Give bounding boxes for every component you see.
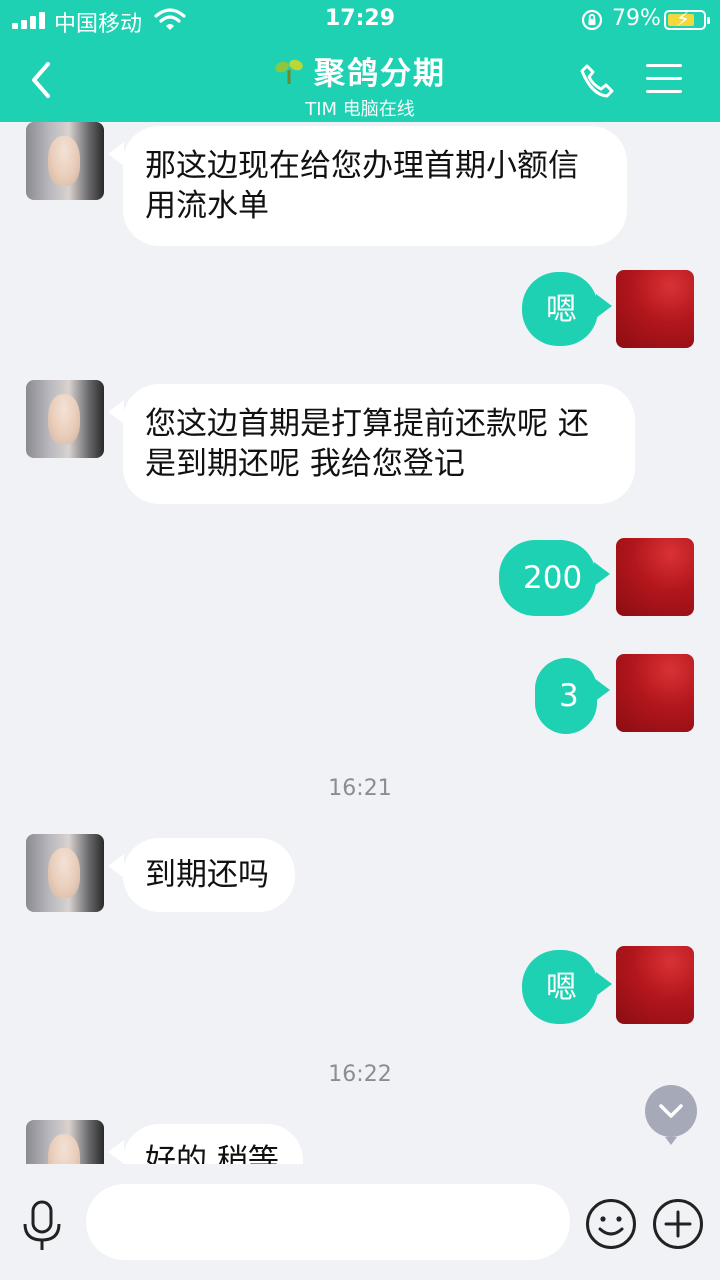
bubble-tail [596, 294, 612, 318]
message-bubble-sent[interactable]: 嗯 [522, 272, 598, 346]
user-avatar[interactable] [616, 946, 694, 1024]
phone-icon [580, 64, 614, 98]
message-text: 到期还吗 [145, 857, 269, 893]
rotation-lock-icon [580, 8, 604, 38]
battery-percent: 79% [612, 6, 661, 31]
chat-title: 聚鸽分期 [314, 56, 446, 92]
chat-area[interactable]: 那这边现在给您办理首期小额信用流水单 嗯 您这边首期是打算提前还款呢 还是到期还… [0, 122, 720, 1164]
voice-button[interactable] [20, 1200, 64, 1256]
message-text: 3 [559, 678, 579, 714]
contact-avatar[interactable] [26, 380, 104, 458]
user-avatar[interactable] [616, 270, 694, 348]
menu-icon [646, 64, 682, 93]
contact-avatar[interactable] [26, 834, 104, 912]
message-bubble-sent[interactable]: 200 [499, 540, 596, 616]
message-bubble-received[interactable]: 您这边首期是打算提前还款呢 还是到期还呢 我给您登记 [123, 384, 635, 504]
message-bubble-received[interactable]: 到期还吗 [123, 838, 295, 912]
message-text: 您这边首期是打算提前还款呢 还是到期还呢 我给您登记 [145, 406, 589, 482]
timestamp: 16:22 [328, 1062, 392, 1087]
chevron-down-icon [659, 1104, 683, 1118]
more-button[interactable] [652, 1198, 704, 1254]
contact-avatar[interactable] [26, 1120, 104, 1164]
timestamp: 16:21 [328, 776, 392, 801]
contact-avatar[interactable] [26, 122, 104, 200]
microphone-icon [23, 1200, 61, 1250]
user-avatar[interactable] [616, 654, 694, 732]
message-bubble-received[interactable]: 那这边现在给您办理首期小额信用流水单 [123, 126, 627, 246]
sprout-icon [275, 59, 303, 84]
input-bar [0, 1164, 720, 1280]
message-text: 嗯 [546, 292, 577, 328]
message-bubble-sent[interactable]: 嗯 [522, 950, 598, 1024]
chat-title-row: 聚鸽分期 [274, 48, 446, 93]
emoji-button[interactable] [585, 1198, 637, 1254]
bubble-tail [108, 400, 124, 424]
bubble-tail [596, 972, 612, 996]
emoji-icon [586, 1199, 636, 1249]
scroll-to-bottom-button[interactable] [645, 1085, 697, 1145]
status-bar: 中国移动 17:29 79% ⚡ [0, 0, 720, 40]
message-text: 200 [523, 560, 583, 596]
message-text: 好的 稍等 [145, 1143, 279, 1164]
message-bubble-received[interactable]: 好的 稍等 [123, 1124, 303, 1164]
bubble-tail [108, 854, 124, 878]
message-text: 那这边现在给您办理首期小额信用流水单 [145, 148, 579, 224]
bubble-tail [108, 1140, 124, 1164]
bubble-tail [108, 142, 124, 166]
message-text: 嗯 [546, 970, 577, 1006]
message-bubble-sent[interactable]: 3 [535, 658, 597, 734]
plus-icon [653, 1199, 703, 1249]
top-bar: 中国移动 17:29 79% ⚡ 聚鸽分期 TIM 电脑在线 [0, 0, 720, 122]
battery-icon: ⚡ [664, 8, 710, 30]
user-avatar[interactable] [616, 538, 694, 616]
menu-button[interactable] [646, 64, 682, 96]
message-input[interactable] [86, 1184, 570, 1260]
bubble-tail [594, 562, 610, 586]
call-button[interactable] [578, 62, 616, 104]
